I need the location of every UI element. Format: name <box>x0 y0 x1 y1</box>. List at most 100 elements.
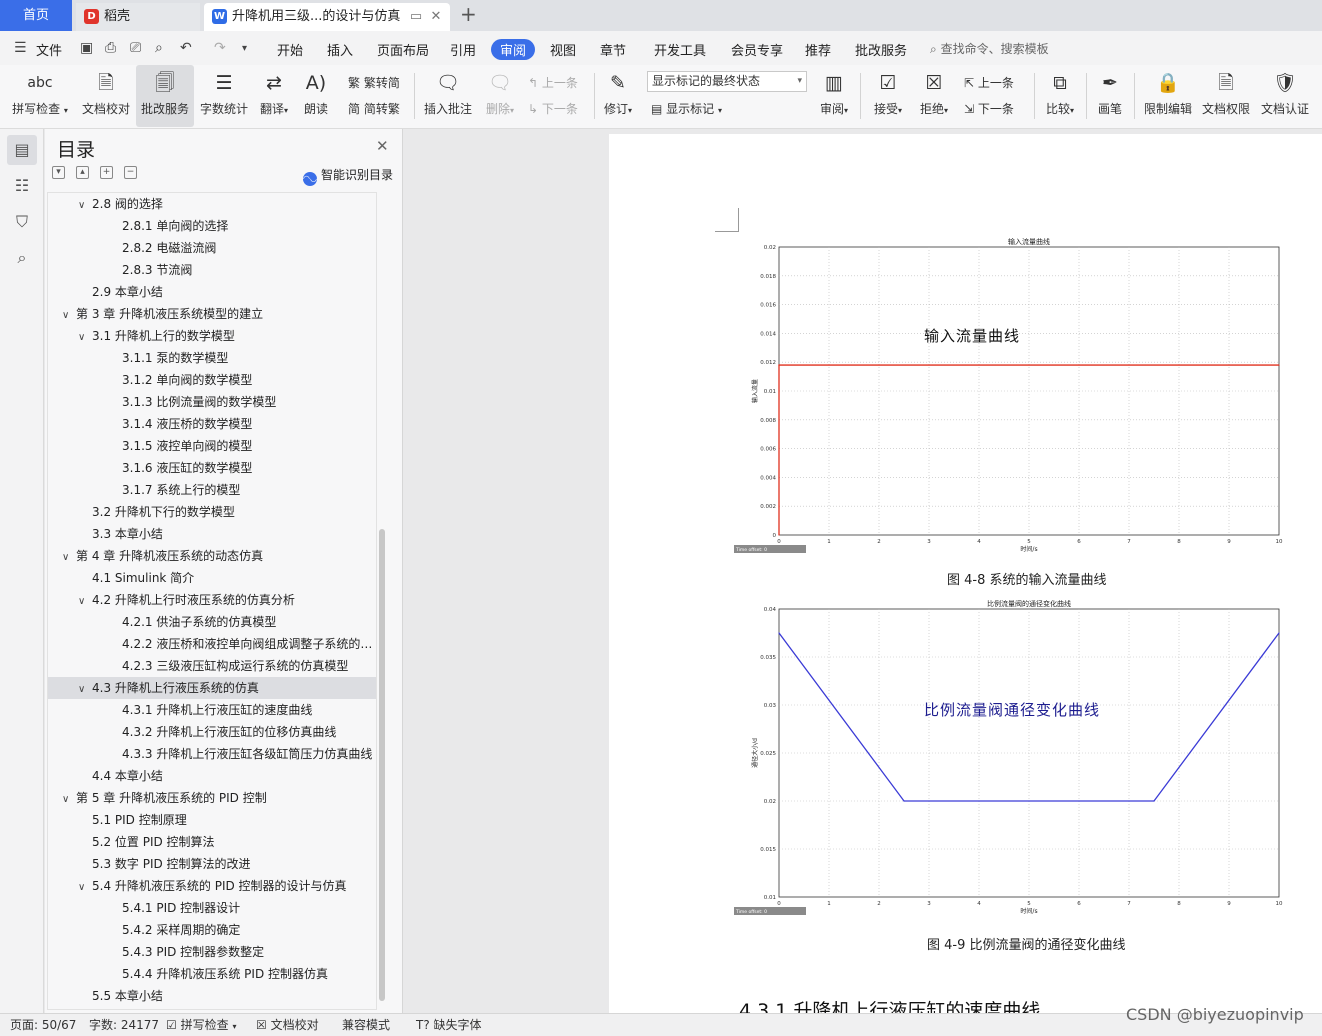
chevron-down-icon[interactable]: ∨ <box>62 789 76 809</box>
remove-entry-icon[interactable]: − <box>124 166 137 179</box>
save-icon[interactable]: ▣ <box>80 40 93 56</box>
toc-item[interactable]: 3.2 升降机下行的数学模型 <box>48 501 376 523</box>
toc-item[interactable]: 5.4.3 PID 控制器参数整定 <box>48 941 376 963</box>
add-tab-button[interactable]: + <box>460 2 477 26</box>
toc-item[interactable]: 2.9 本章小结 <box>48 281 376 303</box>
toc-item[interactable]: 4.3.3 升降机上行液压缸各级缸筒压力仿真曲线 <box>48 743 376 765</box>
to-traditional-button[interactable]: 繁 繁转简 <box>348 74 400 91</box>
document-page[interactable]: 输入流量曲线 0 1 2 3 4 5 6 7 8 9 10 0 0.002 0.004 0.006 0.008 0… <box>609 134 1322 1013</box>
menu-file[interactable]: 文件 <box>36 40 62 59</box>
toc-item[interactable]: ∨ 4.3 升降机上行液压系统的仿真 <box>48 677 376 699</box>
redo-icon[interactable]: ↷ <box>214 40 226 56</box>
toc-item[interactable]: 5.1 PID 控制原理 <box>48 809 376 831</box>
chevron-down-icon[interactable]: ∨ <box>62 547 76 567</box>
compat-mode[interactable]: 兼容模式 <box>342 1014 390 1036</box>
page-indicator[interactable]: 页面: 50/67 <box>10 1014 76 1036</box>
toc-item[interactable]: 3.1.6 液压缸的数学模型 <box>48 457 376 479</box>
menu-recommend[interactable]: 推荐 <box>805 40 831 59</box>
toc-scrollbar[interactable] <box>379 529 385 1001</box>
doc-certify-button[interactable]: 🛡 文档认证 <box>1257 65 1313 127</box>
review-pane-button[interactable]: ▥ 审阅▾ <box>814 65 854 127</box>
smart-toc-button[interactable]: ◠◡ 智能识别目录 <box>303 166 393 186</box>
add-entry-icon[interactable]: + <box>100 166 113 179</box>
toc-item[interactable]: 3.1.1 泵的数学模型 <box>48 347 376 369</box>
menu-review[interactable]: 审阅 <box>491 39 536 60</box>
toc-item[interactable]: 5.2 位置 PID 控制算法 <box>48 831 376 853</box>
restrict-edit-button[interactable]: 🔒 限制编辑 <box>1140 65 1196 127</box>
hamburger-menu-icon[interactable]: ☰ <box>14 40 27 56</box>
navigation-icon[interactable]: ☷ <box>7 171 37 201</box>
toc-item[interactable]: 4.3.2 升降机上行液压缸的位移仿真曲线 <box>48 721 376 743</box>
spell-check-button[interactable]: abc 拼写检查 ▾ <box>8 65 72 127</box>
menu-devtools[interactable]: 开发工具 <box>654 40 706 59</box>
delete-comment-button[interactable]: 🗨 删除▾ <box>480 65 520 127</box>
menu-reference[interactable]: 引用 <box>450 40 476 59</box>
toc-item[interactable]: ∨ 第 4 章 升降机液压系统的动态仿真 <box>48 545 376 567</box>
toc-panel-icon[interactable]: ▤ <box>7 135 37 165</box>
chevron-down-icon[interactable]: ∨ <box>62 305 76 325</box>
bookmark-icon[interactable]: ⛉ <box>7 207 37 237</box>
command-search[interactable]: ⌕ 查找命令、搜索模板 <box>930 40 1049 57</box>
menu-insert[interactable]: 插入 <box>327 40 353 59</box>
tab-home[interactable]: 首页 <box>0 0 72 31</box>
toc-item[interactable]: 3.1.5 液控单向阀的模型 <box>48 435 376 457</box>
toc-item[interactable]: 4.1 Simulink 简介 <box>48 567 376 589</box>
markup-state-select[interactable]: 显示标记的最终状态 ▾ <box>647 71 807 92</box>
toc-item[interactable]: ∨ 4.2 升降机上行时液压系统的仿真分析 <box>48 589 376 611</box>
toc-item[interactable]: 5.4.1 PID 控制器设计 <box>48 897 376 919</box>
close-icon[interactable]: ✕ <box>376 137 389 155</box>
pin-icon[interactable]: ▭ <box>408 3 424 30</box>
insert-comment-button[interactable]: 🗨 插入批注 <box>420 65 476 127</box>
revise-button[interactable]: ✎ 修订▾ <box>598 65 638 127</box>
menu-member[interactable]: 会员专享 <box>731 40 783 59</box>
status-doc-check[interactable]: ☒ 文档校对 <box>256 1014 319 1036</box>
toc-item[interactable]: 3.1.2 单向阀的数学模型 <box>48 369 376 391</box>
missing-font[interactable]: T? 缺失字体 <box>416 1014 482 1036</box>
doc-permission-button[interactable]: 🗎 文档权限 <box>1198 65 1254 127</box>
status-spell-check[interactable]: ☑ 拼写检查 ▾ <box>166 1014 236 1036</box>
expand-up-icon[interactable]: ▴ <box>76 166 89 179</box>
correction-button[interactable]: 🗐 批改服务 <box>136 65 194 127</box>
print-preview-icon[interactable]: ⌕ <box>155 40 163 56</box>
prev-comment-button[interactable]: ↰ 上一条 <box>528 74 578 91</box>
toc-item[interactable]: 5.5 本章小结 <box>48 985 376 1007</box>
chevron-down-icon[interactable]: ∨ <box>78 327 92 347</box>
toc-item[interactable]: 5.4.2 采样周期的确定 <box>48 919 376 941</box>
toc-item[interactable]: 3.1.4 液压桥的数学模型 <box>48 413 376 435</box>
toc-item[interactable]: 4.2.3 三级液压缸构成运行系统的仿真模型 <box>48 655 376 677</box>
doc-check-button[interactable]: 🗎 文档校对 <box>78 65 134 127</box>
accept-button[interactable]: ☑ 接受▾ <box>868 65 908 127</box>
toc-item[interactable]: ∨ 第 5 章 升降机液压系统的 PID 控制 <box>48 787 376 809</box>
collapse-all-icon[interactable]: ▾ <box>52 166 65 179</box>
toc-item[interactable]: 3.3 本章小结 <box>48 523 376 545</box>
undo-icon[interactable]: ↶ <box>180 40 192 56</box>
translate-button[interactable]: ⇄ 翻译▾ <box>254 65 294 127</box>
menu-layout[interactable]: 页面布局 <box>377 40 429 59</box>
toc-item[interactable]: 4.2.2 液压桥和液控单向阀组成调整子系统的仿真模型 <box>48 633 376 655</box>
word-count-indicator[interactable]: 字数: 24177 <box>89 1014 159 1036</box>
menu-chapter[interactable]: 章节 <box>600 40 626 59</box>
next-comment-button[interactable]: ↳ 下一条 <box>528 100 578 117</box>
menu-start[interactable]: 开始 <box>277 40 303 59</box>
toc-item[interactable]: 4.4 本章小结 <box>48 765 376 787</box>
toc-item[interactable]: ∨ 第 3 章 升降机液压系统模型的建立 <box>48 303 376 325</box>
tab-daoke[interactable]: D 稻壳 <box>76 3 200 31</box>
toc-item[interactable]: 2.8.2 电磁溢流阀 <box>48 237 376 259</box>
reject-button[interactable]: ☒ 拒绝▾ <box>914 65 954 127</box>
menu-correction[interactable]: 批改服务 <box>855 40 907 59</box>
prev-revision-button[interactable]: ⇱ 上一条 <box>964 74 1014 91</box>
pen-button[interactable]: ✒ 画笔 <box>1092 65 1128 127</box>
toc-item[interactable]: ∨ 3.1 升降机上行的数学模型 <box>48 325 376 347</box>
toc-item[interactable]: 3.1.3 比例流量阀的数学模型 <box>48 391 376 413</box>
compare-button[interactable]: ⧉ 比较▾ <box>1040 65 1080 127</box>
chevron-down-icon[interactable]: ∨ <box>78 679 92 699</box>
toc-item[interactable]: 2.8.3 节流阀 <box>48 259 376 281</box>
tab-document[interactable]: W 升降机用三级...的设计与仿真 ▭ ✕ <box>204 3 450 31</box>
chevron-down-icon[interactable]: ∨ <box>78 591 92 611</box>
print-icon[interactable]: ⎚ <box>130 40 141 56</box>
to-simplified-button[interactable]: 简 简转繁 <box>348 100 400 117</box>
export-pdf-icon[interactable]: ⎙ <box>105 40 116 56</box>
toc-item[interactable]: ∨ 5.4 升降机液压系统的 PID 控制器的设计与仿真 <box>48 875 376 897</box>
toc-item[interactable]: 4.2.1 供油子系统的仿真模型 <box>48 611 376 633</box>
show-markup-button[interactable]: ▤ 显示标记 ▾ <box>651 100 722 117</box>
